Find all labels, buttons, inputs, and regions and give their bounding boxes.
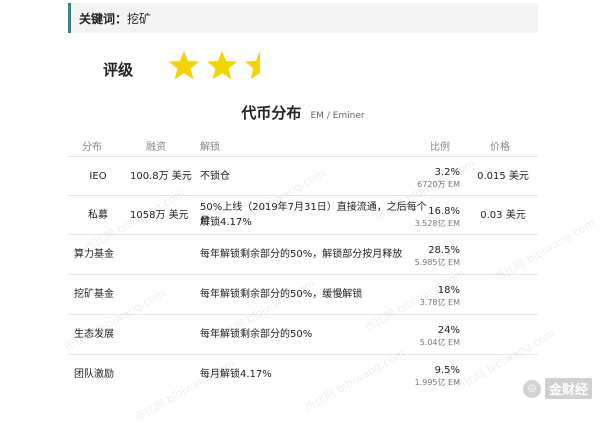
row-divider — [68, 195, 538, 196]
row-amount: 6720万 EM — [417, 179, 460, 189]
row-amount: 3.528亿 EM — [414, 218, 460, 228]
keyword-value: 挖矿 — [127, 11, 152, 26]
star-full-icon — [169, 51, 199, 80]
distribution-table: 代币分布 EM / Eminer 分布 融资 解锁 比例 价格 IEO 100.8… — [63, 92, 598, 424]
row-ratio: 18% — [437, 285, 460, 296]
star-half-icon — [245, 51, 260, 80]
logo-text: 金财经 — [544, 378, 592, 399]
rating-stars — [168, 50, 282, 82]
star-full-icon — [207, 51, 237, 80]
keyword-label: 关键词： — [79, 11, 128, 26]
row-fund: 1058万 美元 — [130, 209, 189, 221]
row-divider — [68, 274, 538, 275]
header-ratio: 比例 — [430, 142, 450, 153]
row-amount: 5.04亿 EM — [419, 338, 460, 347]
row-dist: IEO — [89, 170, 107, 182]
row-divider — [68, 234, 538, 235]
row-ratio: 16.8% — [428, 205, 460, 217]
row-ratio: 24% — [437, 325, 460, 336]
row-dist: 团队激励 — [74, 369, 114, 380]
table-title-sub: EM / Eminer — [310, 111, 365, 121]
table-title: 代币分布 EM / Eminer — [68, 102, 538, 123]
row-dist: 算力基金 — [74, 249, 114, 260]
row-divider — [68, 314, 538, 315]
watermark-text: 币比网 bibiwang.com — [132, 356, 238, 425]
row-ratio: 9.5% — [434, 365, 460, 376]
row-price: 0.015 美元 — [477, 170, 529, 182]
row-dist: 挖矿基金 — [74, 289, 114, 300]
row-amount: 5.985亿 EM — [414, 258, 460, 267]
row-divider — [68, 156, 538, 157]
row-fund: 100.8万 美元 — [130, 170, 192, 182]
row-ratio: 28.5% — [428, 245, 460, 256]
header-unlock: 解锁 — [200, 142, 220, 153]
rating-label: 评级 — [103, 61, 134, 79]
row-price: 0.03 美元 — [480, 209, 526, 221]
corner-logo: ◎ 金财经 — [522, 378, 592, 399]
header-price: 价格 — [490, 142, 510, 153]
row-amount: 1.995亿 EM — [414, 378, 460, 387]
row-dist: 私募 — [88, 209, 108, 221]
logo-icon: ◎ — [522, 379, 541, 398]
header-dist: 分布 — [82, 142, 102, 153]
table-title-main: 代币分布 — [241, 104, 302, 122]
row-divider — [68, 354, 538, 355]
keyword-bar: 关键词： 挖矿 — [68, 3, 538, 33]
header-fund: 融资 — [146, 142, 166, 153]
row-ratio: 3.2% — [434, 166, 460, 178]
row-amount: 3.78亿 EM — [419, 298, 460, 307]
row-dist: 生态发展 — [74, 329, 114, 340]
